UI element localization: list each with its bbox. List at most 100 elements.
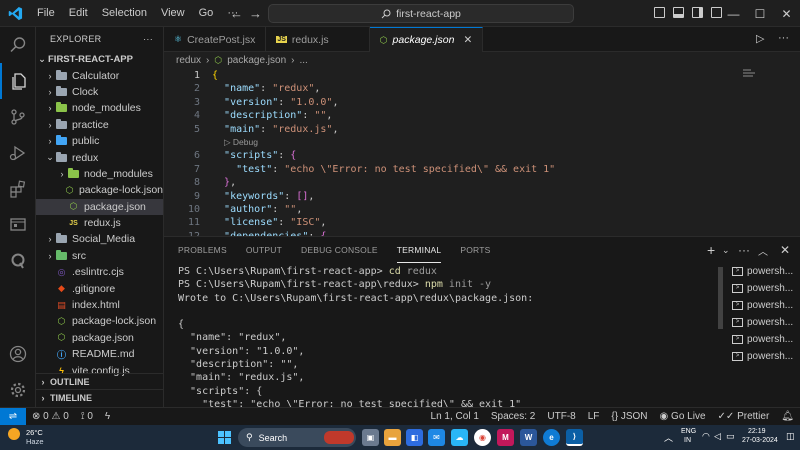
tree-item[interactable]: ⬡ package-lock.json <box>36 182 163 198</box>
terminal-instance[interactable]: > powersh... <box>730 297 800 314</box>
terminal-scrollbar[interactable] <box>718 267 723 329</box>
tree-item[interactable]: › Social_Media <box>36 231 163 247</box>
tree-item[interactable]: ▤ index.html <box>36 297 163 313</box>
ports-status[interactable]: ⟟ 0 <box>75 411 99 422</box>
tree-item[interactable]: ⬡ package-lock.json <box>36 313 163 329</box>
menu-selection[interactable]: Selection <box>95 0 154 27</box>
language-mode[interactable]: {} JSON <box>605 411 653 422</box>
weather-app-icon[interactable]: ☁ <box>451 429 468 446</box>
breadcrumb-folder[interactable]: redux <box>176 55 201 66</box>
extensions-icon[interactable] <box>0 171 36 207</box>
tree-item[interactable]: ⌄ redux <box>36 149 163 165</box>
problems-status[interactable]: ⊗ 0 ⚠ 0 <box>26 411 75 422</box>
mail-icon[interactable]: ✉ <box>428 429 445 446</box>
minimap[interactable] <box>743 69 757 81</box>
panel-tab-ports[interactable]: PORTS <box>460 237 490 263</box>
battery-icon[interactable]: ▭ <box>726 431 735 442</box>
menu-edit[interactable]: Edit <box>62 0 95 27</box>
weather-desc[interactable]: Haze <box>26 437 44 446</box>
vscode-taskbar-icon[interactable]: ⟩ <box>566 429 583 446</box>
clock-time[interactable]: 22:19 <box>748 428 766 435</box>
timeline-section[interactable]: › TIMELINE <box>36 389 163 405</box>
explorer-more-icon[interactable]: ··· <box>143 34 153 44</box>
forward-arrow-icon[interactable]: → <box>243 6 268 21</box>
tree-item[interactable]: › node_modules <box>36 166 163 182</box>
more-actions-icon[interactable]: ··· <box>778 32 789 44</box>
task-view-icon[interactable]: ▣ <box>362 429 379 446</box>
run-debug-icon[interactable] <box>0 135 36 171</box>
weather-temp[interactable]: 26°C <box>26 428 43 437</box>
edge-icon[interactable]: e <box>543 429 560 446</box>
toggle-panel-icon[interactable] <box>673 7 684 18</box>
language-top[interactable]: ENG <box>681 428 696 435</box>
store-icon[interactable]: ◧ <box>406 429 423 446</box>
explorer-icon[interactable] <box>0 63 36 99</box>
tree-item[interactable]: ◎ .eslintrc.cjs <box>36 264 163 280</box>
tab-package-json[interactable]: ⬡ package.json ✕ <box>369 27 484 52</box>
new-terminal-icon[interactable]: + <box>707 237 715 263</box>
run-icon[interactable]: ▷ <box>756 32 764 45</box>
minimize-icon[interactable]: — <box>720 0 747 27</box>
mcafee-icon[interactable]: M <box>497 429 514 446</box>
word-icon[interactable]: W <box>520 429 537 446</box>
file-explorer-icon[interactable]: ▬ <box>384 429 401 446</box>
notifications-bell-icon[interactable]: 🔔︎ <box>775 411 800 422</box>
command-center-search[interactable]: first-react-app <box>268 4 574 23</box>
settings-gear-icon[interactable] <box>0 372 36 408</box>
tree-item[interactable]: › practice <box>36 117 163 133</box>
panel-tab-debug-console[interactable]: DEBUG CONSOLE <box>301 237 378 263</box>
menu-go[interactable]: Go <box>192 0 221 27</box>
tray-chevron-up-icon[interactable]: ︿ <box>664 431 673 444</box>
language-bottom[interactable]: IN <box>684 437 691 444</box>
quokka-icon[interactable] <box>0 243 36 279</box>
terminal-instance[interactable]: > powersh... <box>730 331 800 348</box>
panel-tab-terminal[interactable]: TERMINAL <box>396 237 442 263</box>
windows-start-icon[interactable] <box>218 431 231 444</box>
notification-center-icon[interactable]: ◫ <box>786 431 795 442</box>
clock-date[interactable]: 27-03-2024 <box>742 437 778 444</box>
chrome-icon[interactable]: ◉ <box>474 429 491 446</box>
terminal-instance[interactable]: > powersh... <box>730 348 800 365</box>
terminal-instance[interactable]: > powersh... <box>730 280 800 297</box>
remote-explorer-icon[interactable] <box>0 207 36 243</box>
remote-indicator-icon[interactable]: ⇌ <box>0 407 26 426</box>
source-control-icon[interactable] <box>0 99 36 135</box>
end-of-line[interactable]: LF <box>582 411 606 422</box>
panel-tab-problems[interactable]: PROBLEMS <box>178 237 227 263</box>
encoding[interactable]: UTF-8 <box>541 411 581 422</box>
go-live-button[interactable]: ◉ Go Live <box>654 411 712 422</box>
menu-file[interactable]: File <box>30 0 62 27</box>
terminal-instance[interactable]: > powersh... <box>730 314 800 331</box>
maximize-icon[interactable]: ☐ <box>747 0 773 27</box>
tree-item[interactable]: ◆ .gitignore <box>36 280 163 296</box>
tree-item[interactable]: › Calculator <box>36 67 163 83</box>
taskbar-search[interactable]: ⚲ Search <box>238 428 356 447</box>
toggle-sidebar-icon[interactable] <box>654 7 665 18</box>
volume-icon[interactable]: ◁ <box>714 431 721 442</box>
panel-tab-output[interactable]: OUTPUT <box>246 237 282 263</box>
tree-item[interactable]: › Clock <box>36 84 163 100</box>
tab-redux-js[interactable]: JS redux.js <box>266 27 370 52</box>
terminal-output[interactable]: PS C:\Users\Rupam\first-react-app> cd re… <box>178 265 718 408</box>
tree-item[interactable]: ⬡ package.json <box>36 198 163 215</box>
chevron-down-icon[interactable]: ⌄ <box>722 237 730 263</box>
maximize-panel-icon[interactable]: ︿ <box>758 237 768 263</box>
search-activity-icon[interactable] <box>0 27 36 63</box>
tab-createpost[interactable]: ⚛ CreatePost.jsx <box>164 27 267 52</box>
lightning-icon[interactable]: ϟ <box>99 411 116 422</box>
weather-icon[interactable] <box>8 428 20 440</box>
prettier-status[interactable]: ✓✓ Prettier <box>712 411 776 422</box>
cursor-position[interactable]: Ln 1, Col 1 <box>425 411 485 422</box>
tree-item[interactable]: ⬡ package.json <box>36 330 163 346</box>
more-actions-icon[interactable]: ··· <box>738 237 750 263</box>
account-icon[interactable] <box>0 336 36 372</box>
tree-item[interactable]: JS redux.js <box>36 215 163 231</box>
indentation[interactable]: Spaces: 2 <box>485 411 541 422</box>
tree-item[interactable]: ⓘ README.md <box>36 346 163 362</box>
close-window-icon[interactable]: ✕ <box>773 0 800 27</box>
project-root[interactable]: ⌄ FIRST-REACT-APP <box>36 51 163 67</box>
close-panel-icon[interactable]: ✕ <box>780 237 790 263</box>
breadcrumb-file[interactable]: package.json <box>227 55 286 66</box>
wifi-icon[interactable]: ◠ <box>702 431 710 442</box>
terminal-instance[interactable]: > powersh... <box>730 263 800 280</box>
